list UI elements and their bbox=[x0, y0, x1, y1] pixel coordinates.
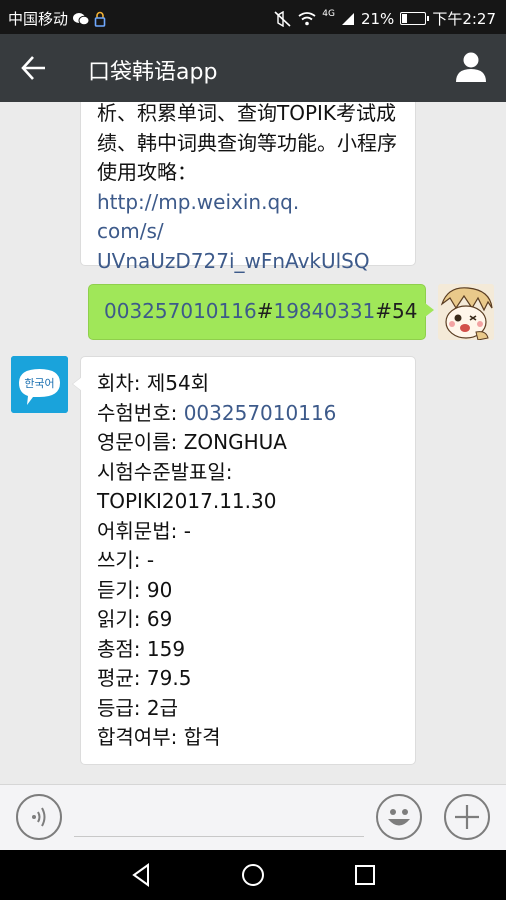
result-writing: 쓰기: - bbox=[97, 548, 155, 572]
wechat-icon bbox=[73, 12, 90, 25]
birthdate-link[interactable]: 19840331 bbox=[273, 299, 375, 323]
guide-link[interactable]: http://mp.weixin.qq. bbox=[97, 190, 299, 214]
back-arrow-icon[interactable] bbox=[18, 52, 50, 84]
result-exam-number-label: 수험번호: bbox=[97, 400, 184, 425]
result-pass: 합격여부: 합격 bbox=[97, 725, 221, 749]
app-header: 口袋韩语app bbox=[0, 34, 506, 102]
guide-link-cont[interactable]: UVnaUzD727i_wFnAvkUlSQ bbox=[97, 247, 399, 277]
result-listening: 듣기: 90 bbox=[97, 577, 173, 602]
nav-home-icon[interactable] bbox=[238, 860, 268, 890]
received-message-result[interactable]: 회차: 제54회 수험번호: 003257010116 영문이름: ZONGHU… bbox=[72, 356, 416, 765]
nav-recents-icon[interactable] bbox=[350, 860, 380, 890]
message-text: 使用攻略： bbox=[97, 160, 197, 184]
separator: # bbox=[375, 299, 393, 323]
more-options-button[interactable] bbox=[444, 794, 490, 840]
result-average: 평균: 79.5 bbox=[97, 666, 192, 690]
status-bar: 中国移动 4G 21% 下午2:27 bbox=[0, 0, 506, 34]
result-english-name: 영문이름: ZONGHUA bbox=[97, 430, 287, 454]
guide-link-cont[interactable]: com/s/ bbox=[97, 217, 399, 247]
result-round: 회차: 제54회 bbox=[97, 371, 210, 395]
system-nav-bar bbox=[0, 850, 506, 900]
lock-icon bbox=[94, 11, 106, 27]
exam-number-link[interactable]: 003257010116 bbox=[104, 299, 257, 323]
result-exam-number: 수험번호: 003257010116 bbox=[97, 399, 399, 429]
user-avatar-image bbox=[438, 284, 494, 340]
result-total: 총점: 159 bbox=[97, 636, 186, 661]
separator: # bbox=[256, 299, 274, 323]
network-type-label: 4G bbox=[322, 8, 335, 19]
round-number: 54 bbox=[392, 299, 418, 323]
message-line: 使用攻略： http://mp.weixin.qq. bbox=[97, 158, 399, 217]
chat-title: 口袋韩语app bbox=[88, 60, 218, 85]
voice-input-button[interactable] bbox=[16, 794, 62, 840]
nav-back-icon[interactable] bbox=[126, 860, 156, 890]
clock: 下午2:27 bbox=[432, 10, 496, 28]
message-line: 析、积累单词、查询TOPIK考试成 bbox=[97, 102, 397, 125]
voice-input-icon bbox=[32, 807, 46, 827]
mute-vibrate-icon bbox=[274, 10, 291, 27]
chat-area[interactable]: 析、积累单词、查询TOPIK考试成 绩、韩中词典查询等功能。小程序 使用攻略： h… bbox=[0, 102, 506, 784]
signal-icon bbox=[341, 12, 354, 25]
result-level-date: TOPIKI2017.11.30 bbox=[97, 489, 277, 513]
result-grade: 등급: 2급 bbox=[97, 695, 179, 720]
speech-bubble-logo-icon: 한국어 bbox=[11, 356, 68, 413]
emoji-icon bbox=[388, 809, 410, 826]
bot-avatar[interactable]: 한국어 bbox=[11, 356, 68, 413]
battery-icon bbox=[400, 12, 430, 25]
carrier-label: 中国移动 bbox=[8, 10, 69, 28]
profile-icon[interactable] bbox=[454, 50, 488, 84]
bot-avatar-text: 한국어 bbox=[24, 377, 54, 390]
result-level-date-label: 시험수준발표일: bbox=[97, 459, 233, 484]
received-message-intro[interactable]: 析、积累单词、查询TOPIK考试成 绩、韩中词典查询等功能。小程序 使用攻略： h… bbox=[80, 102, 416, 273]
input-bar bbox=[0, 784, 506, 850]
battery-percent: 21% bbox=[360, 9, 395, 28]
result-vocab-grammar: 어휘문법: - bbox=[97, 518, 191, 543]
plus-icon bbox=[455, 805, 479, 829]
message-input[interactable] bbox=[74, 799, 364, 837]
message-line: 绩、韩中词典查询等功能。小程序 bbox=[97, 130, 397, 155]
result-reading: 읽기: 69 bbox=[97, 607, 173, 631]
user-avatar[interactable] bbox=[438, 284, 494, 340]
sent-message[interactable]: 003257010116#19840331#54 bbox=[88, 284, 434, 340]
emoji-button[interactable] bbox=[376, 794, 422, 840]
result-exam-number-link[interactable]: 003257010116 bbox=[184, 401, 337, 425]
wifi-icon bbox=[298, 11, 316, 25]
